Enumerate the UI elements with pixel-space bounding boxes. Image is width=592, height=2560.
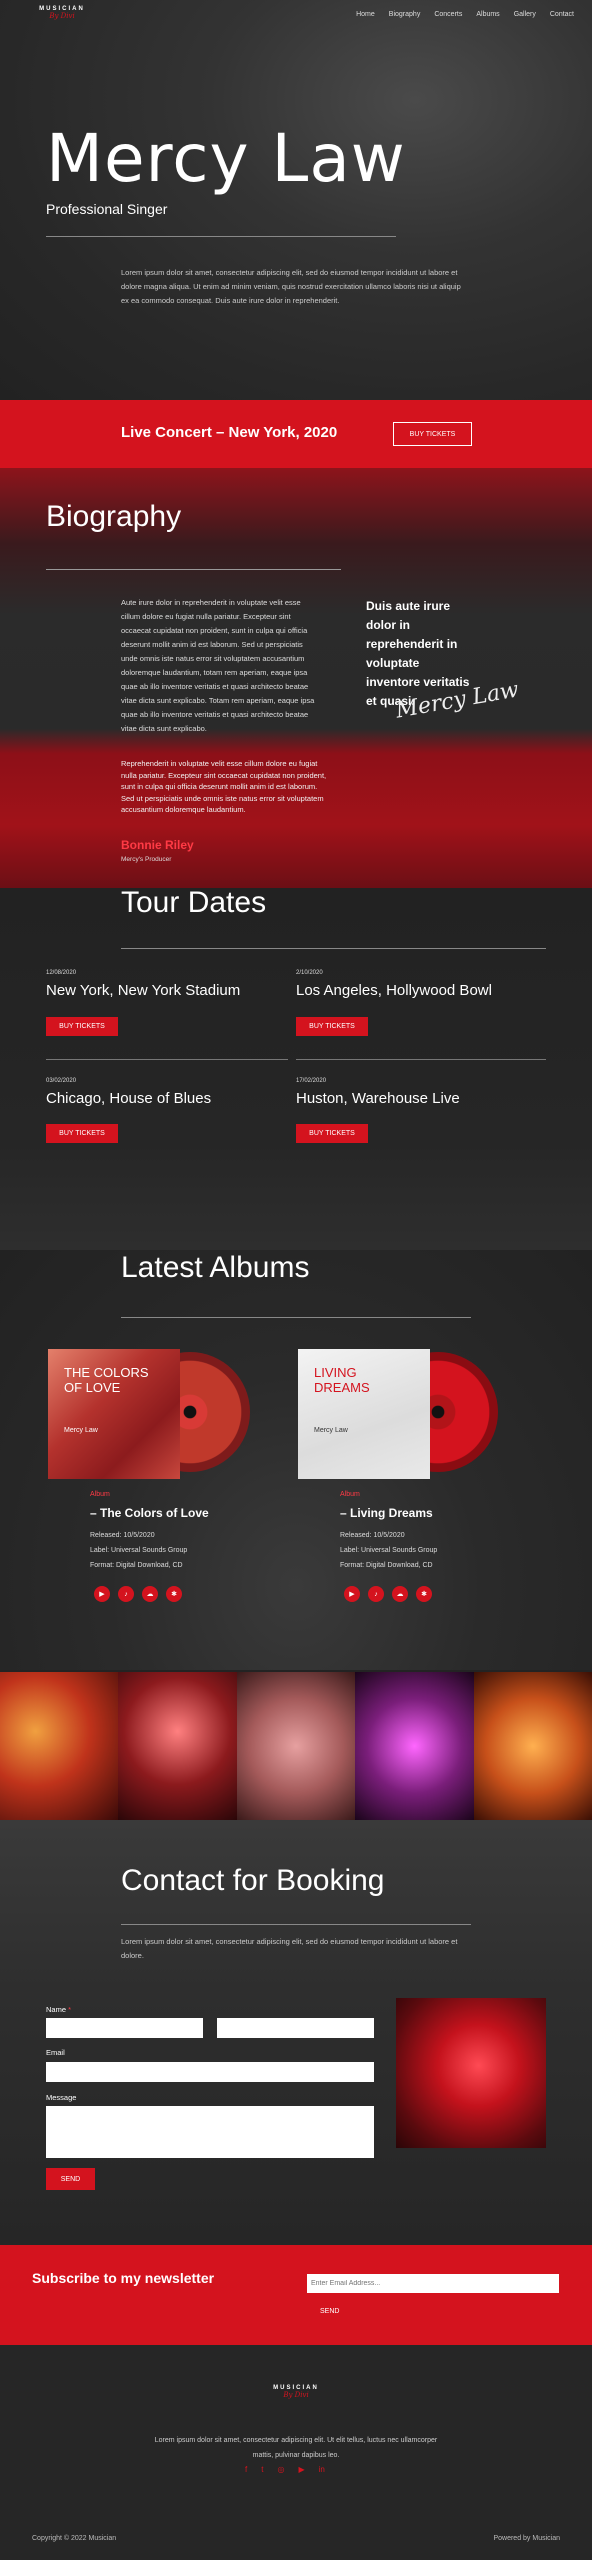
biography-title: Biography: [46, 500, 182, 533]
music-icon[interactable]: ♪: [118, 1586, 134, 1602]
name-label: Name *: [46, 2005, 72, 2014]
gallery-image[interactable]: [236, 1672, 356, 1820]
tour-separator: [46, 1059, 288, 1060]
footer-social-links: f t ◎ ▶ in: [245, 2465, 325, 2474]
contact-divider: [121, 1924, 471, 1925]
albums-title: Latest Albums: [121, 1251, 310, 1284]
album-social-links: ▶ ♪ ☁ ✱: [344, 1586, 432, 1602]
email-label: Email: [46, 2048, 65, 2057]
album-format: Format: Digital Download, CD: [90, 1562, 183, 1569]
event-date: 12/08/2020: [46, 970, 77, 976]
powered-by: Powered by Musician: [493, 2535, 560, 2542]
hero-section: [0, 0, 592, 400]
event-venue: New York, New York Stadium: [46, 982, 241, 999]
event-date: 2/10/2020: [296, 970, 323, 976]
star-icon[interactable]: ✱: [166, 1586, 182, 1602]
nav-contact[interactable]: Contact: [550, 11, 574, 18]
nav-albums[interactable]: Albums: [476, 11, 499, 18]
album-title: – Living Dreams: [340, 1506, 433, 1520]
cloud-icon[interactable]: ☁: [142, 1586, 158, 1602]
message-label: Message: [46, 2093, 77, 2102]
send-button[interactable]: SEND: [46, 2168, 95, 2190]
event-venue: Chicago, House of Blues: [46, 1090, 212, 1107]
buy-tickets-button[interactable]: BUY TICKETS: [296, 1017, 368, 1036]
album-label: Album: [340, 1491, 360, 1498]
event-date: 03/02/2020: [46, 1078, 77, 1084]
album-title: – The Colors of Love: [90, 1506, 209, 1520]
concert-buy-tickets-button[interactable]: BUY TICKETS: [393, 422, 472, 446]
gallery-image[interactable]: [0, 1672, 119, 1820]
site-logo[interactable]: MUSICIAN By Divi: [32, 6, 92, 20]
contact-title: Contact for Booking: [121, 1864, 385, 1897]
album-cover-image[interactable]: THE COLORS OF LOVE Mercy Law: [48, 1349, 180, 1479]
tour-divider: [121, 948, 546, 949]
newsletter-title: Subscribe to my newsletter: [32, 2270, 215, 2286]
nav-gallery[interactable]: Gallery: [514, 11, 536, 18]
event-venue: Huston, Warehouse Live: [296, 1090, 460, 1107]
tour-section: [0, 888, 592, 1250]
nav-concerts[interactable]: Concerts: [434, 11, 462, 18]
buy-tickets-button[interactable]: BUY TICKETS: [46, 1124, 118, 1143]
gallery-image[interactable]: [118, 1672, 237, 1820]
instagram-icon[interactable]: ◎: [277, 2465, 284, 2474]
play-icon[interactable]: ▶: [344, 1586, 360, 1602]
album-released: Released: 10/5/2020: [340, 1532, 405, 1539]
testimonial-name: Bonnie Riley: [121, 838, 194, 852]
tour-separator: [296, 1059, 546, 1060]
buy-tickets-button[interactable]: BUY TICKETS: [46, 1017, 118, 1036]
last-name-input[interactable]: [217, 2018, 374, 2038]
hero-subtitle: Professional Singer: [46, 201, 168, 217]
first-name-input[interactable]: [46, 2018, 203, 2038]
gallery-strip: [0, 1672, 592, 1820]
footer-text: Lorem ipsum dolor sit amet, consectetur …: [154, 2437, 438, 2459]
main-nav: Home Biography Concerts Albums Gallery C…: [356, 11, 574, 18]
play-icon[interactable]: ▶: [94, 1586, 110, 1602]
twitter-icon[interactable]: t: [261, 2465, 263, 2474]
concert-title: Live Concert – New York, 2020: [121, 424, 338, 441]
nav-biography[interactable]: Biography: [389, 11, 421, 18]
buy-tickets-button[interactable]: BUY TICKETS: [296, 1124, 368, 1143]
album-format: Format: Digital Download, CD: [340, 1562, 433, 1569]
nav-home[interactable]: Home: [356, 11, 375, 18]
album-cover-image[interactable]: LIVING DREAMS Mercy Law: [298, 1349, 430, 1479]
biography-testimonial: Reprehenderit in voluptate velit esse ci…: [121, 759, 327, 814]
music-icon[interactable]: ♪: [368, 1586, 384, 1602]
hero-divider: [46, 236, 396, 237]
footer-logo[interactable]: MUSICIAN By Divi: [266, 2385, 326, 2399]
email-input[interactable]: [46, 2062, 374, 2082]
newsletter-email-input[interactable]: [307, 2274, 559, 2293]
event-date: 17/02/2020: [296, 1078, 327, 1084]
tour-title: Tour Dates: [121, 886, 267, 919]
album-record-label: Label: Universal Sounds Group: [90, 1547, 188, 1554]
gallery-image[interactable]: [355, 1672, 474, 1820]
event-venue: Los Angeles, Hollywood Bowl: [296, 982, 492, 999]
albums-divider: [121, 1317, 471, 1318]
newsletter-send-button[interactable]: SEND: [320, 2308, 339, 2315]
linkedin-icon[interactable]: in: [319, 2465, 325, 2474]
youtube-icon[interactable]: ▶: [298, 2465, 304, 2474]
facebook-icon[interactable]: f: [245, 2465, 247, 2474]
testimonial-role: Mercy's Producer: [121, 856, 172, 863]
hero-text: Lorem ipsum dolor sit amet, consectetur …: [121, 268, 461, 305]
album-label: Album: [90, 1491, 110, 1498]
gallery-image[interactable]: [473, 1672, 592, 1820]
singer-photo: [396, 1998, 546, 2148]
star-icon[interactable]: ✱: [416, 1586, 432, 1602]
biography-text: Aute irure dolor in reprehenderit in vol…: [121, 598, 315, 733]
biography-divider: [46, 569, 341, 570]
hero-title: Mercy Law: [46, 120, 406, 197]
contact-text: Lorem ipsum dolor sit amet, consectetur …: [121, 1937, 458, 1960]
album-record-label: Label: Universal Sounds Group: [340, 1547, 438, 1554]
newsletter-section: [0, 2245, 592, 2345]
copyright: Copyright © 2022 Musician: [32, 2535, 117, 2542]
message-textarea[interactable]: [46, 2106, 374, 2158]
album-social-links: ▶ ♪ ☁ ✱: [94, 1586, 182, 1602]
cloud-icon[interactable]: ☁: [392, 1586, 408, 1602]
album-released: Released: 10/5/2020: [90, 1532, 155, 1539]
